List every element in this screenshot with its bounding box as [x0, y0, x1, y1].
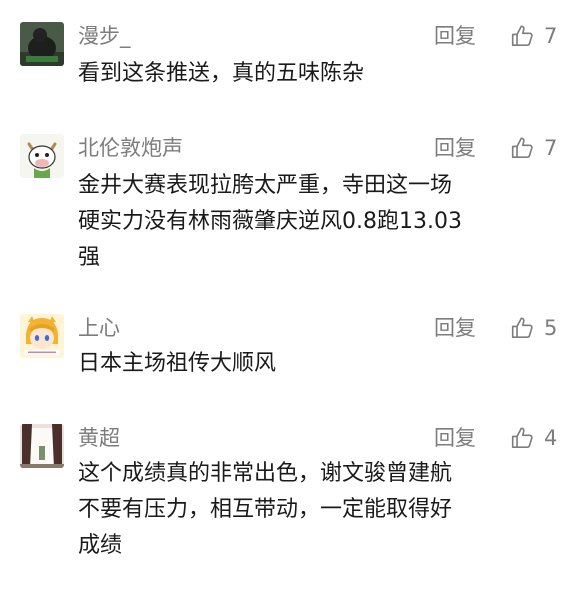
comment-text-line: 金井大赛表现拉胯太严重，寺田这一场 — [78, 173, 453, 198]
reply-button[interactable]: 回复 — [434, 134, 476, 162]
like-count: 4 — [544, 426, 558, 450]
reply-button[interactable]: 回复 — [434, 22, 476, 50]
comment-text-line: 这个成绩真的非常出色，谢文骏曾建航 — [78, 461, 453, 486]
window-curtain-avatar-icon — [20, 424, 64, 468]
comment-text: 看到这条推送，真的五味陈杂 — [78, 56, 558, 92]
like-count: 5 — [544, 316, 558, 340]
comment-text: 这个成绩真的非常出色，谢文骏曾建航 不要有压力，相互带动，一定能取得好 成绩 — [78, 456, 558, 564]
thumbs-up-icon — [511, 25, 533, 47]
comment-text-line: 成绩 — [78, 533, 123, 558]
comment-text: 金井大赛表现拉胯太严重，寺田这一场 硬实力没有林雨薇肇庆逆风0.8跑13.03 … — [78, 168, 558, 276]
anime-character-avatar-icon — [20, 314, 64, 358]
comment-text-line: 看到这条推送，真的五味陈杂 — [78, 61, 365, 86]
avatar[interactable] — [20, 22, 64, 66]
like-button[interactable]: 5 — [510, 314, 557, 342]
thumbs-up-icon — [511, 427, 533, 449]
like-button[interactable]: 4 — [510, 424, 557, 452]
like-count: 7 — [544, 24, 558, 48]
thumbs-up-icon — [511, 137, 533, 159]
comment-text: 日本主场祖传大顺风 — [78, 346, 558, 382]
comment-text-line: 日本主场祖传大顺风 — [78, 351, 277, 376]
like-button[interactable]: 7 — [510, 22, 557, 50]
avatar[interactable] — [20, 134, 64, 178]
cartoon-cow-avatar-icon — [20, 134, 64, 178]
comment-text-line: 硬实力没有林雨薇肇庆逆风0.8跑13.03 — [78, 209, 462, 234]
reply-button[interactable]: 回复 — [434, 314, 476, 342]
thumbs-up-icon — [511, 317, 533, 339]
comment-text-line: 强 — [78, 245, 101, 270]
reply-button[interactable]: 回复 — [434, 424, 476, 452]
avatar[interactable] — [20, 314, 64, 358]
like-button[interactable]: 7 — [510, 134, 557, 162]
username[interactable]: 漫步_ — [78, 22, 131, 50]
username[interactable]: 北伦敦炮声 — [78, 134, 183, 162]
comment-text-line: 不要有压力，相互带动，一定能取得好 — [78, 497, 453, 522]
username[interactable]: 黄超 — [78, 424, 120, 452]
dark-figure-avatar-icon — [20, 22, 64, 66]
avatar[interactable] — [20, 424, 64, 468]
comment-list: 漫步_ 回复 7 看到这条推送，真的五味陈杂 北伦敦炮声 回复 7 金井大赛表现… — [0, 0, 579, 600]
like-count: 7 — [544, 136, 558, 160]
username[interactable]: 上心 — [78, 314, 120, 342]
